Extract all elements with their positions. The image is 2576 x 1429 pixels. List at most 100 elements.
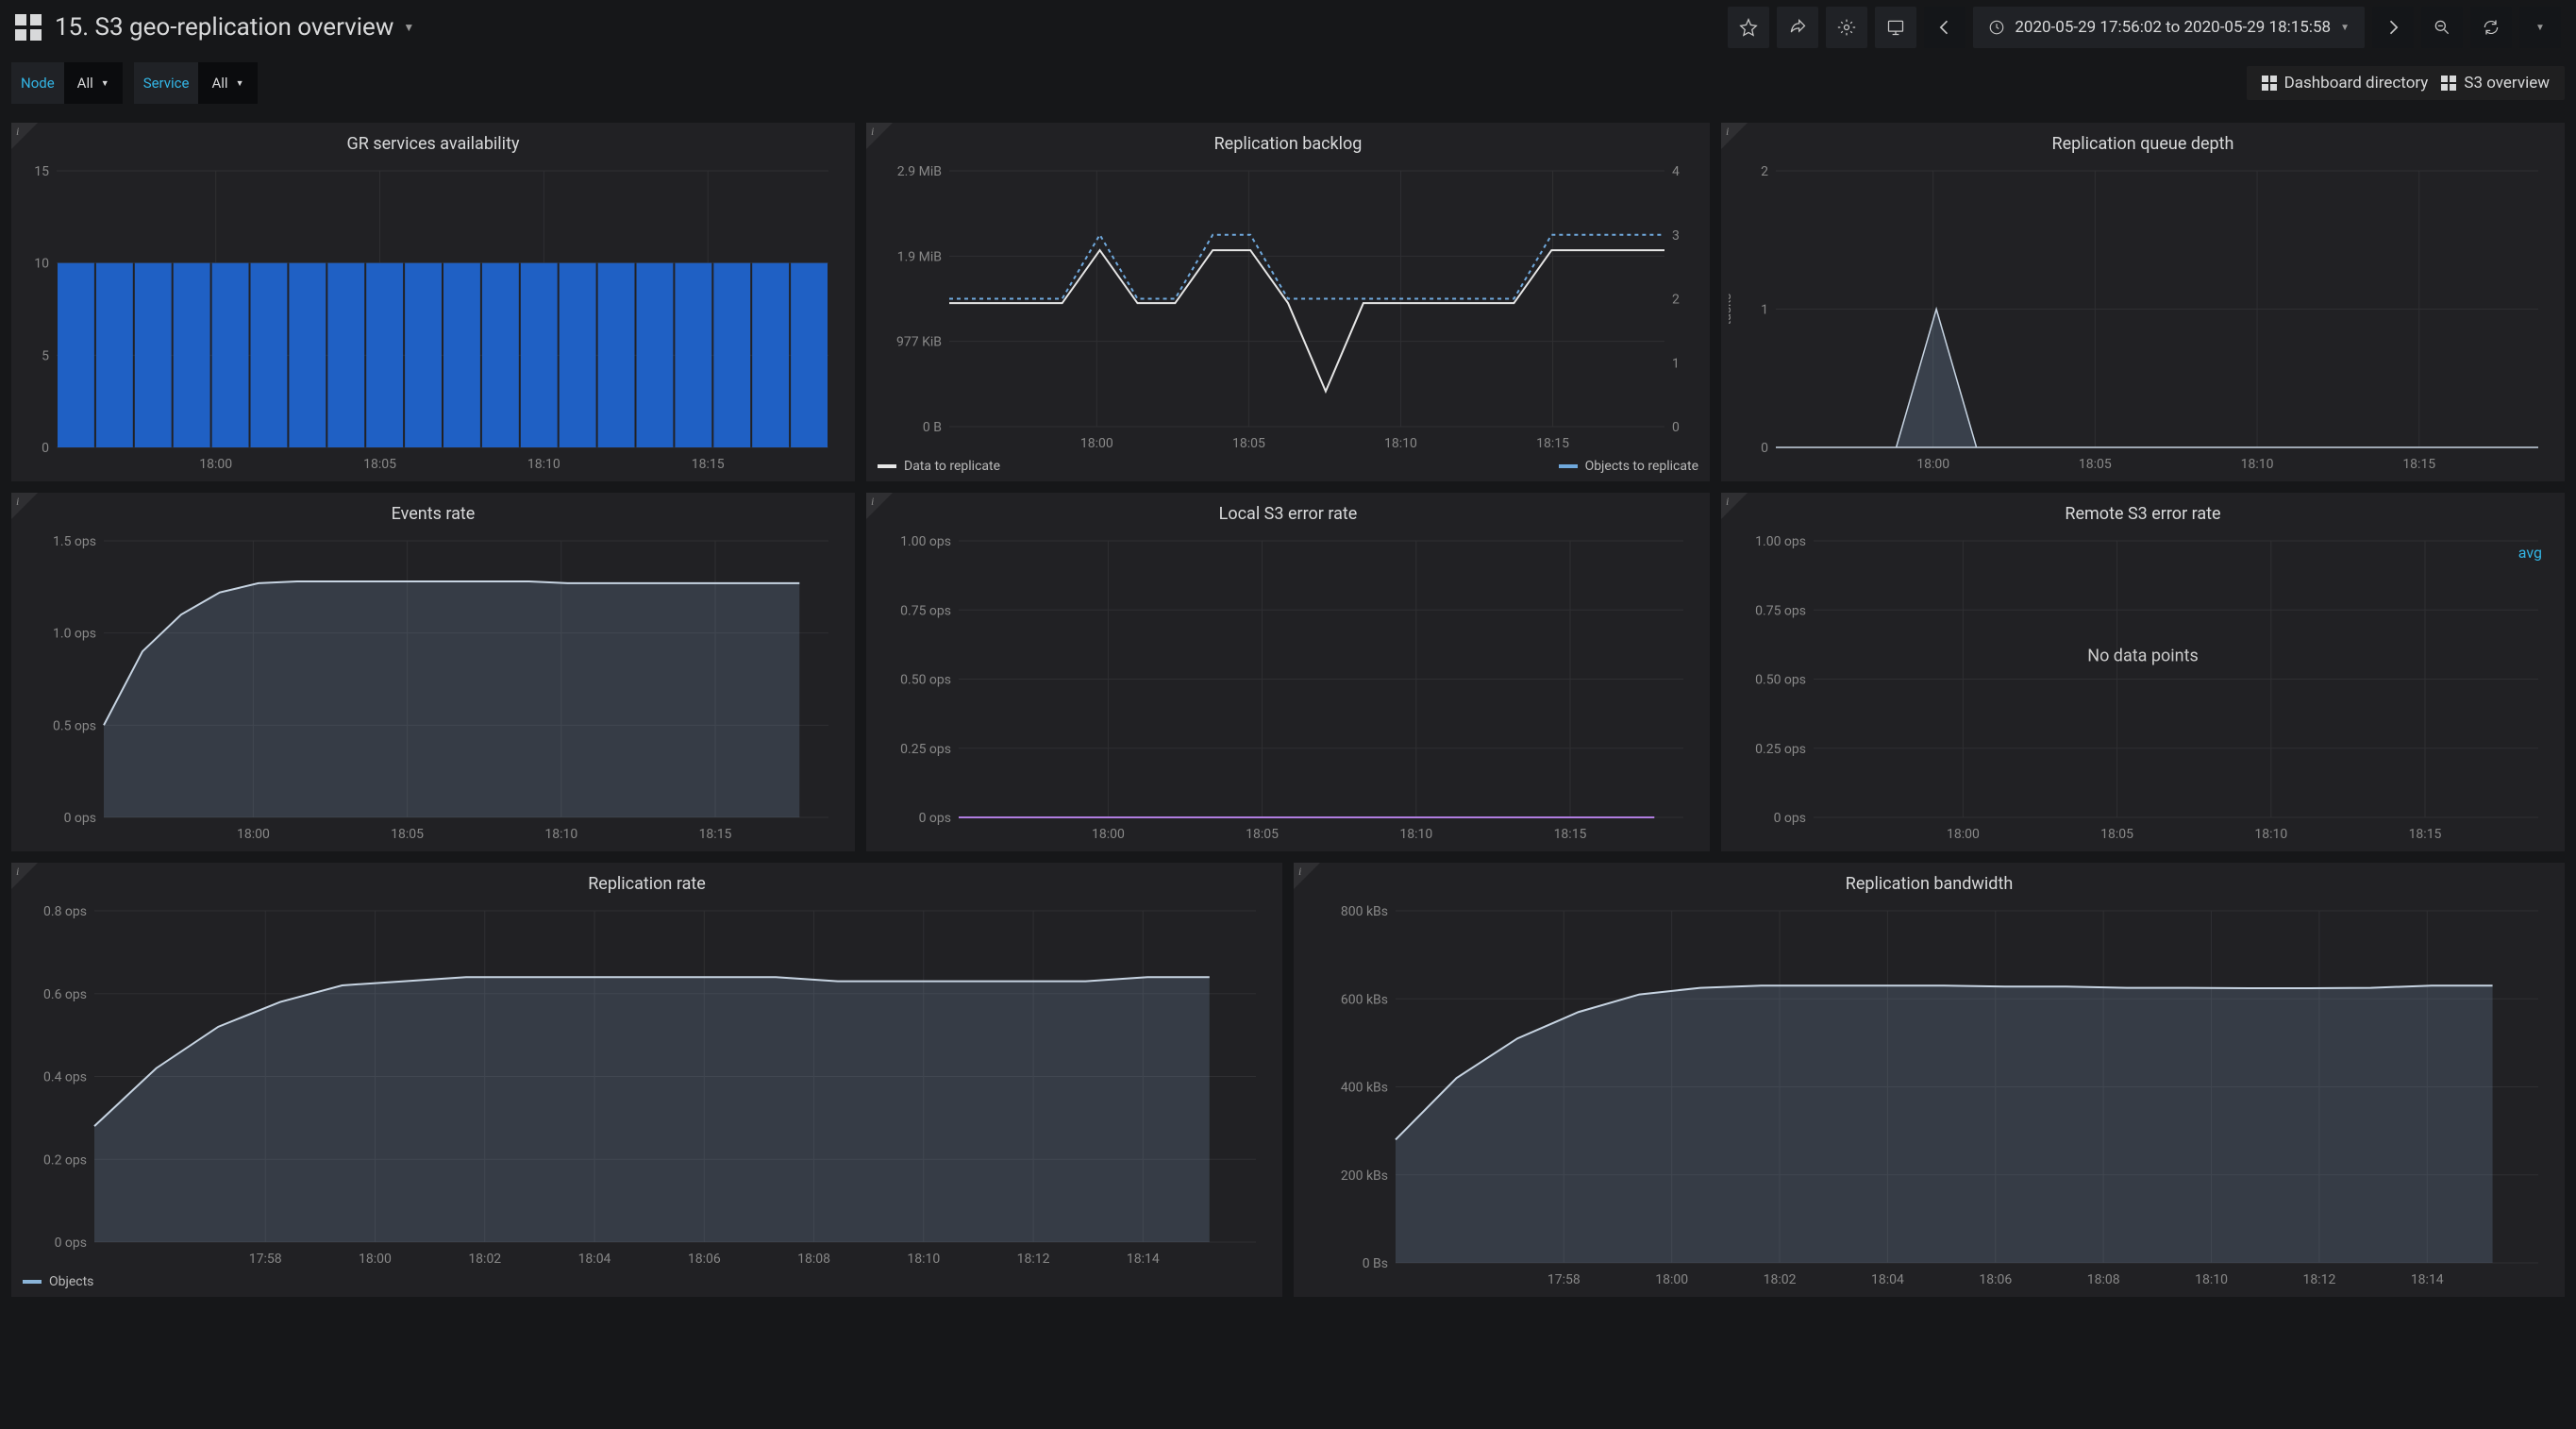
settings-button[interactable] [1826,7,1867,48]
no-data-text: No data points [2087,647,2199,666]
panel-title: Events rate [19,500,847,531]
svg-text:1.5 ops: 1.5 ops [53,534,96,549]
panel-queue-depth[interactable]: i Replication queue depth 01218:0018:051… [1721,123,2565,481]
svg-text:4: 4 [1672,164,1680,179]
dashboard-icon[interactable] [15,14,42,41]
zoom-out-button[interactable] [2421,7,2463,48]
chart-gr-avail: 05101518:0018:0518:1018:15 [19,161,847,474]
share-icon [1788,18,1807,37]
svg-text:1.9 MiB: 1.9 MiB [897,249,942,264]
chart-repl-rate: 0 ops0.2 ops0.4 ops0.6 ops0.8 ops17:5818… [19,901,1275,1269]
svg-text:18:05: 18:05 [391,827,424,842]
svg-text:18:05: 18:05 [1232,436,1265,451]
svg-text:18:15: 18:15 [2409,827,2442,842]
time-range-text: 2020-05-29 17:56:02 to 2020-05-29 18:15:… [2015,18,2331,37]
gear-icon [1837,18,1856,37]
svg-text:18:04: 18:04 [1871,1272,1904,1287]
panel-events-rate[interactable]: i Events rate 0 ops0.5 ops1.0 ops1.5 ops… [11,493,855,851]
info-icon: i [16,865,19,879]
svg-text:0.25 ops: 0.25 ops [1755,742,1806,757]
dashboard-title-button[interactable]: 15. S3 geo-replication overview ▼ [55,13,414,42]
panel-replication-rate[interactable]: i Replication rate 0 ops0.2 ops0.4 ops0.… [11,863,1282,1297]
panel-title: GR services availability [19,130,847,161]
svg-text:18:10: 18:10 [2241,457,2274,472]
chart-local-err: 0 ops0.25 ops0.50 ops0.75 ops1.00 ops18:… [874,531,1702,844]
svg-text:18:04: 18:04 [578,1252,611,1267]
info-icon: i [1726,495,1729,509]
time-range-picker[interactable]: 2020-05-29 17:56:02 to 2020-05-29 18:15:… [1973,7,2365,48]
svg-text:0 ops: 0 ops [55,1236,87,1251]
svg-text:18:00: 18:00 [1655,1272,1688,1287]
info-icon: i [16,495,19,509]
svg-text:0: 0 [1672,420,1680,435]
svg-text:0.6 ops: 0.6 ops [43,987,87,1002]
chart-queue: 01218:0018:0518:1018:15tasks [1729,161,2557,474]
legend-item[interactable]: Objects to replicate [1559,459,1698,474]
panel-replication-backlog[interactable]: i Replication backlog 0 B977 KiB1.9 MiB2… [866,123,1710,481]
svg-text:18:10: 18:10 [527,457,560,472]
svg-text:18:14: 18:14 [1127,1252,1160,1267]
svg-text:18:06: 18:06 [1979,1272,2012,1287]
svg-text:400 kBs: 400 kBs [1341,1081,1388,1096]
monitor-icon [1886,18,1905,37]
chevron-left-icon [1935,18,1954,37]
panel-grid: i GR services availability 05101518:0018… [0,111,2576,1308]
info-icon: i [1726,125,1729,139]
svg-text:17:58: 17:58 [249,1252,282,1267]
panel-local-error[interactable]: i Local S3 error rate 0 ops0.25 ops0.50 … [866,493,1710,851]
legend-item[interactable]: Data to replicate [878,459,1000,474]
panel-title: Replication queue depth [1729,130,2557,161]
time-back-button[interactable] [1924,7,1965,48]
var-node-select[interactable]: All▼ [64,62,123,104]
dashboard-directory-link[interactable]: Dashboard directory [2262,74,2429,92]
legend-item[interactable]: Objects [23,1274,93,1289]
chevron-down-icon: ▼ [101,78,109,89]
svg-text:18:06: 18:06 [688,1252,721,1267]
svg-text:18:05: 18:05 [2079,457,2112,472]
star-button[interactable] [1728,7,1769,48]
svg-text:0.50 ops: 0.50 ops [1755,673,1806,688]
panel-title: Replication backlog [874,130,1702,161]
svg-text:18:15: 18:15 [692,457,725,472]
time-forward-button[interactable] [2372,7,2414,48]
zoom-out-icon [2433,18,2451,37]
svg-text:15: 15 [34,164,49,179]
svg-text:0 B: 0 B [923,420,942,435]
svg-text:18:00: 18:00 [237,827,270,842]
svg-text:18:08: 18:08 [797,1252,830,1267]
svg-text:18:05: 18:05 [2100,827,2133,842]
svg-text:0: 0 [1761,441,1768,456]
svg-text:1.0 ops: 1.0 ops [53,627,96,642]
info-icon: i [1298,865,1301,879]
panel-replication-bandwidth[interactable]: i Replication bandwidth 0 Bs200 kBs400 k… [1294,863,2565,1297]
chevron-down-icon: ▼ [236,78,244,89]
svg-text:18:15: 18:15 [1536,436,1569,451]
chevron-down-icon: ▼ [2340,23,2350,33]
info-icon: i [871,495,874,509]
svg-text:0 Bs: 0 Bs [1363,1256,1388,1271]
svg-text:0 ops: 0 ops [1774,811,1806,826]
svg-text:18:08: 18:08 [2087,1272,2120,1287]
chart-remote-err: No data points 0 ops0.25 ops0.50 ops0.75… [1729,531,2557,844]
share-button[interactable] [1777,7,1818,48]
chart-legend: Objects [19,1269,1275,1289]
svg-text:0.2 ops: 0.2 ops [43,1152,87,1168]
panel-gr-availability[interactable]: i GR services availability 05101518:0018… [11,123,855,481]
panel-title: Replication rate [19,870,1275,901]
svg-text:18:02: 18:02 [468,1252,501,1267]
panel-remote-error[interactable]: i Remote S3 error rate avg No data point… [1721,493,2565,851]
variable-bar: Node All▼ Service All▼ Dashboard directo… [0,55,2576,111]
svg-text:17:58: 17:58 [1547,1272,1581,1287]
refresh-button[interactable] [2470,7,2512,48]
refresh-interval-button[interactable]: ▼ [2519,7,2561,48]
star-icon [1739,18,1758,37]
clock-icon [1988,19,2005,36]
svg-text:18:15: 18:15 [1554,827,1587,842]
svg-text:tasks: tasks [1729,294,1734,326]
dashboard-title: 15. S3 geo-replication overview [55,13,393,42]
var-service-select[interactable]: All▼ [198,62,257,104]
tv-mode-button[interactable] [1875,7,1916,48]
var-service-label: Service [134,62,199,104]
s3-overview-link[interactable]: S3 overview [2441,74,2550,92]
svg-text:18:00: 18:00 [1947,827,1980,842]
